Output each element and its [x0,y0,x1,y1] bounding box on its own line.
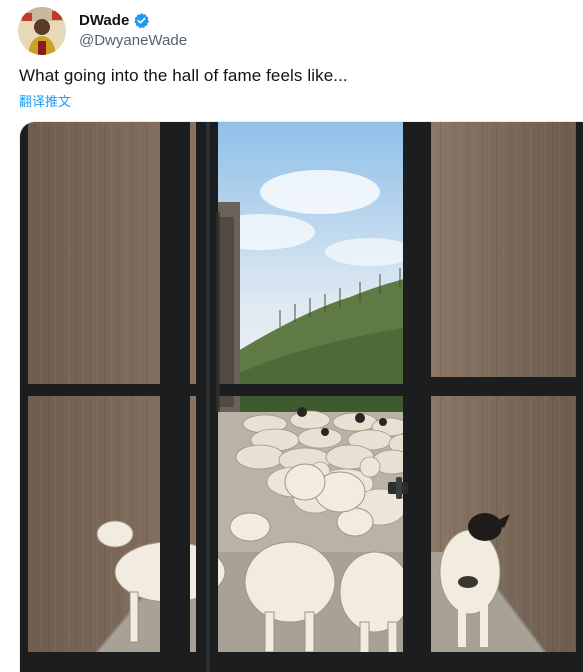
verified-badge-icon[interactable] [133,12,150,29]
tweet-text: What going into the hall of fame feels l… [19,66,348,85]
tweet-photo[interactable] [19,121,583,672]
display-name[interactable]: DWade [79,12,129,29]
translate-link[interactable]: 翻译推文 [19,91,71,110]
avatar[interactable] [18,7,66,55]
tweet-header: DWade @DwyaneWade [18,6,187,56]
photo-image [20,122,583,672]
author-names: DWade @DwyaneWade [79,9,187,50]
author-handle[interactable]: @DwyaneWade [79,32,187,49]
avatar-image [18,7,66,55]
